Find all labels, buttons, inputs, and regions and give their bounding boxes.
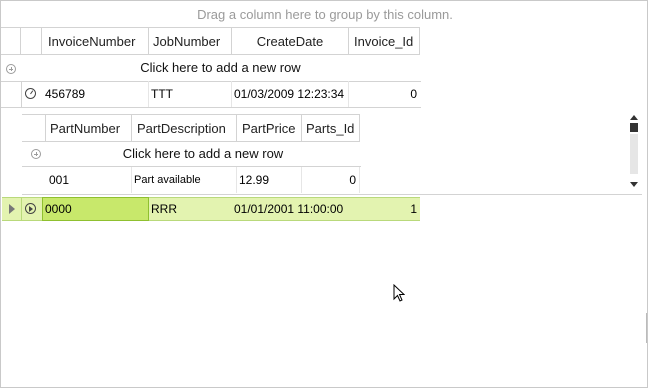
collapse-row-icon[interactable] xyxy=(25,88,36,99)
scroll-up-icon[interactable] xyxy=(630,115,638,120)
table-cell-jobnumber[interactable]: TTT xyxy=(149,81,232,107)
table-cell-invoice-id[interactable]: 0 xyxy=(349,81,420,107)
add-row-icon xyxy=(6,64,16,74)
column-header-createdate[interactable]: CreateDate xyxy=(232,27,349,55)
scroll-track[interactable] xyxy=(630,134,638,174)
detail-vertical-scrollbar[interactable] xyxy=(626,112,642,194)
row-indicator-icon xyxy=(9,204,15,214)
column-header-invoice-id[interactable]: Invoice_Id xyxy=(349,27,420,55)
detail-indent-header xyxy=(22,114,46,142)
table-cell-createdate[interactable]: 01/03/2009 12:23:34 xyxy=(232,81,349,107)
grid-view[interactable]: Drag a column here to group by this colu… xyxy=(0,0,648,388)
table-cell-partnumber[interactable]: 001 xyxy=(46,167,132,193)
column-header-partnumber[interactable]: PartNumber xyxy=(46,114,132,142)
scroll-down-icon[interactable] xyxy=(630,182,638,187)
column-header-parts-id[interactable]: Parts_Id xyxy=(302,114,360,142)
column-header-invoicenumber[interactable]: InvoiceNumber xyxy=(42,27,149,55)
table-cell-parts-id[interactable]: 0 xyxy=(302,167,360,193)
column-header-partdescription[interactable]: PartDescription xyxy=(132,114,237,142)
expand-row-icon[interactable] xyxy=(25,203,36,214)
table-cell-partprice[interactable]: 12.99 xyxy=(237,167,302,193)
table-cell-invoicenumber[interactable]: 0000 xyxy=(42,197,149,221)
table-cell-invoicenumber[interactable]: 456789 xyxy=(42,81,149,107)
table-cell-invoice-id[interactable]: 1 xyxy=(349,197,420,221)
group-panel[interactable]: Drag a column here to group by this colu… xyxy=(2,2,648,28)
column-header-jobnumber[interactable]: JobNumber xyxy=(149,27,232,55)
indent-header xyxy=(1,27,21,55)
expander-header xyxy=(21,27,42,55)
scroll-thumb[interactable] xyxy=(630,123,638,132)
table-cell-partdescription[interactable]: Part available xyxy=(132,167,237,193)
table-cell-jobnumber[interactable]: RRR xyxy=(149,197,232,221)
detail-add-new-row[interactable]: Click here to add a new row xyxy=(46,142,360,166)
add-new-row[interactable]: Click here to add a new row xyxy=(21,56,420,80)
mouse-cursor-icon xyxy=(393,284,405,302)
detail-grid[interactable]: PartNumber PartDescription PartPrice Par… xyxy=(22,108,642,195)
add-row-icon xyxy=(31,149,41,159)
table-cell-createdate[interactable]: 01/01/2001 11:00:00 xyxy=(232,197,349,221)
column-header-partprice[interactable]: PartPrice xyxy=(237,114,302,142)
